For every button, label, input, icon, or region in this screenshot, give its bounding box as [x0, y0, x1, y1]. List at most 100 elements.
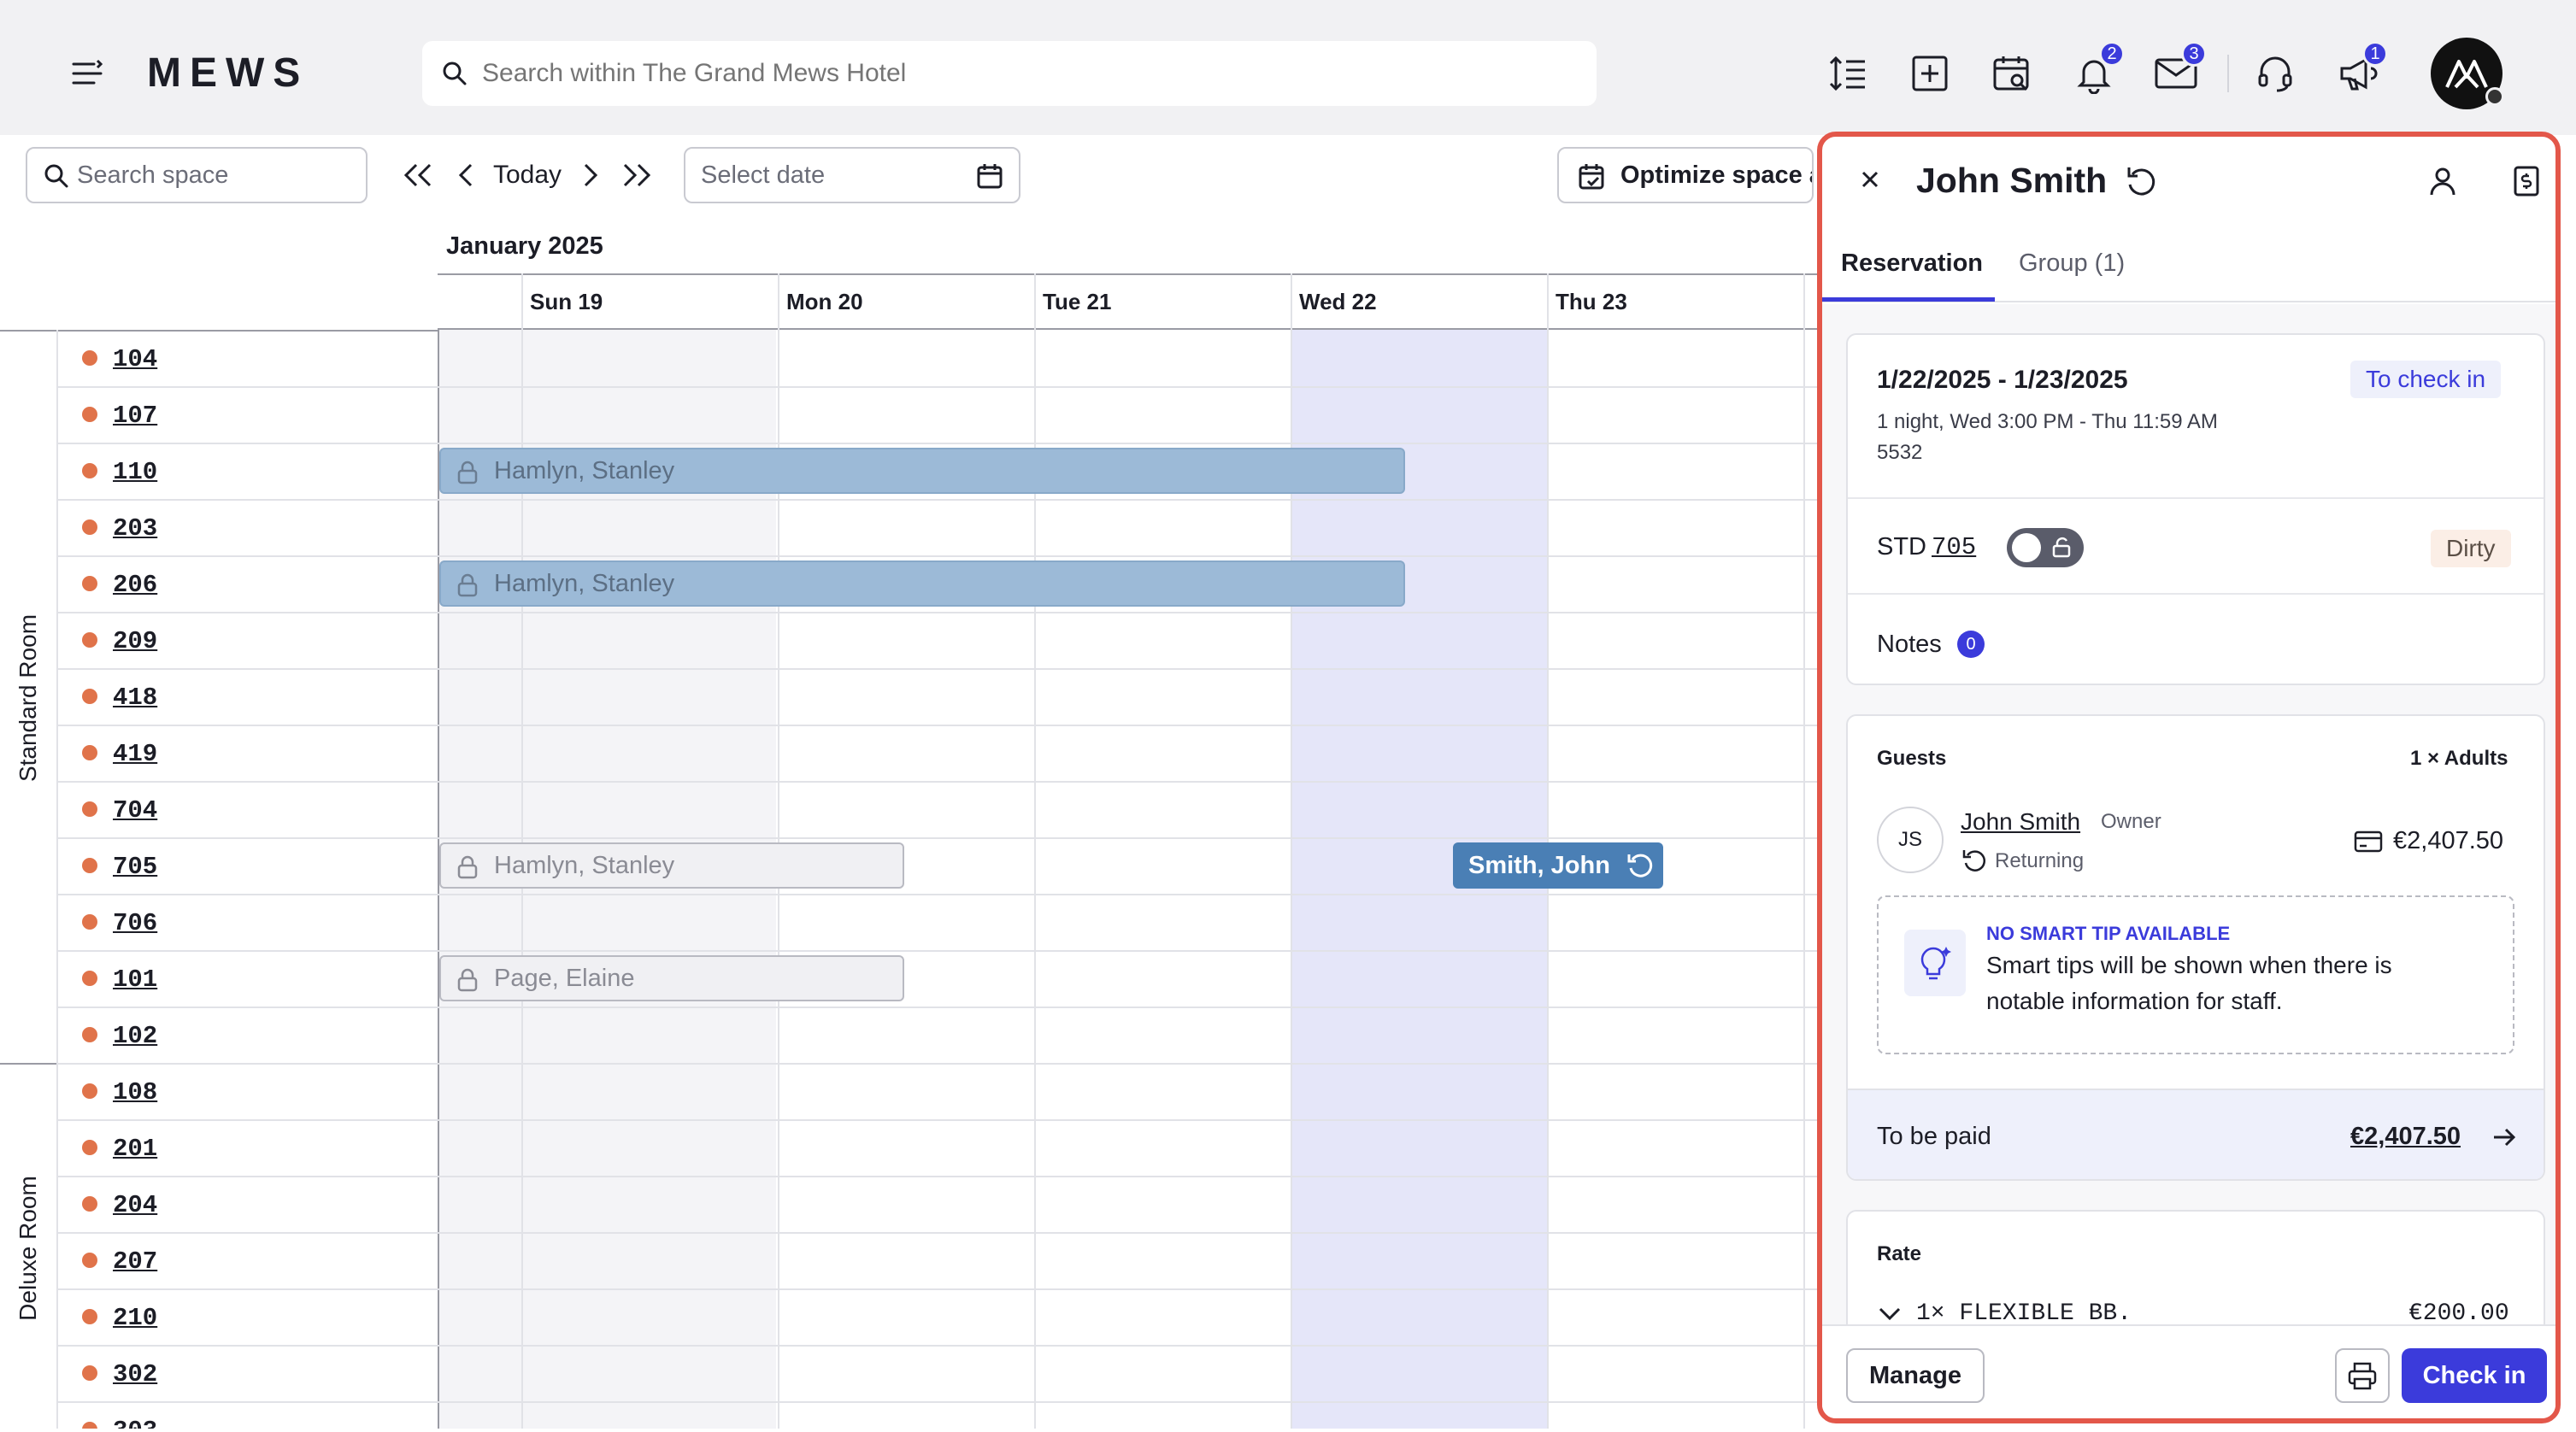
announcement-badge: 1	[2362, 41, 2388, 67]
search-icon	[43, 162, 70, 197]
guest-count: 1 × Adults	[2410, 747, 2508, 770]
search-space-placeholder: Search space	[77, 161, 229, 189]
room-row: 108	[56, 1065, 1820, 1121]
room-number-link[interactable]: 302	[113, 1360, 157, 1388]
room-status-dot	[82, 914, 97, 930]
booking-block[interactable]: Page, Elaine	[439, 955, 904, 1001]
room-number-link[interactable]: 107	[113, 402, 157, 430]
booking-block[interactable]: Hamlyn, Stanley	[439, 448, 1405, 494]
room-number-link[interactable]: 705	[113, 853, 157, 881]
next-week-button[interactable]	[617, 156, 656, 195]
select-date-input[interactable]: Select date	[684, 147, 1020, 203]
user-avatar[interactable]	[2431, 38, 2504, 109]
tab-reservation[interactable]: Reservation	[1841, 249, 1983, 278]
to-be-paid-row[interactable]: To be paid €2,407.50	[1848, 1089, 2544, 1179]
booking-block[interactable]: Hamlyn, Stanley	[439, 560, 1405, 607]
guest-name-title: John Smith	[1916, 161, 2158, 201]
previous-day-button[interactable]	[453, 156, 479, 195]
room-number-link[interactable]: 705	[1932, 533, 1976, 561]
booking-block[interactable]: Hamlyn, Stanley	[439, 842, 904, 889]
add-icon[interactable]	[1906, 50, 1954, 97]
day-label: Tue 21	[1043, 289, 1112, 314]
billing-icon[interactable]	[2509, 164, 2544, 198]
room-number-link[interactable]: 207	[113, 1247, 157, 1276]
calendar-search-icon[interactable]	[1988, 50, 2036, 97]
room-number-link[interactable]: 206	[113, 571, 157, 599]
room-number-link[interactable]: 419	[113, 740, 157, 768]
confirmation-number: 5532	[1877, 441, 1923, 464]
panel-header: John Smith	[1822, 137, 2555, 222]
reservation-panel: John Smith Reservation Group (1) 1/22/20…	[1817, 132, 2561, 1423]
person-icon[interactable]	[2426, 164, 2460, 198]
close-icon[interactable]	[1853, 162, 1887, 197]
room-number-link[interactable]: 209	[113, 627, 157, 655]
mail-icon[interactable]: 3	[2152, 41, 2207, 97]
day-label: Wed 22	[1299, 289, 1377, 314]
room-number-link[interactable]: 303	[113, 1417, 157, 1429]
optimize-space-button[interactable]: Optimize space a	[1557, 147, 1814, 203]
day-label: Thu 23	[1556, 289, 1627, 314]
lightbulb-icon	[1904, 930, 1966, 996]
room-row: 419	[56, 726, 1820, 783]
booking-block-selected[interactable]: Smith, John	[1453, 842, 1663, 889]
guests-card: Guests 1 × Adults JS John Smith Owner Re…	[1846, 714, 2545, 1181]
room-row: 203	[56, 501, 1820, 557]
room-number-link[interactable]: 418	[113, 684, 157, 712]
day-label: Sun 19	[530, 289, 603, 314]
room-status-dot	[82, 350, 97, 366]
room-row: 706	[56, 895, 1820, 952]
room-number-link[interactable]: 204	[113, 1191, 157, 1219]
notes-label[interactable]: Notes	[1877, 631, 1942, 659]
announcement-icon[interactable]: 1	[2333, 41, 2388, 97]
tab-group[interactable]: Group (1)	[2019, 249, 2125, 278]
room-type: STD	[1877, 533, 1926, 560]
smart-tip-line1: Smart tips will be shown when there is	[1986, 952, 2392, 978]
lock-icon	[456, 855, 479, 886]
next-day-button[interactable]	[578, 156, 603, 195]
line-height-icon[interactable]	[1824, 50, 1872, 97]
support-icon[interactable]	[2251, 50, 2299, 97]
global-search[interactable]	[422, 41, 1597, 106]
mail-badge: 3	[2181, 41, 2207, 67]
menu-icon[interactable]	[70, 56, 104, 91]
chevron-down-icon[interactable]	[1877, 1306, 1903, 1323]
print-button[interactable]	[2335, 1348, 2390, 1403]
rate-label: Rate	[1877, 1242, 1922, 1265]
room-status-dot	[82, 407, 97, 422]
rate-item: 1× FLEXIBLE BB.	[1916, 1300, 2132, 1327]
toolbar-divider	[2227, 55, 2229, 92]
optimize-space-label: Optimize space a	[1620, 161, 1814, 189]
room-number-link[interactable]: 203	[113, 514, 157, 543]
room-number-link[interactable]: 210	[113, 1304, 157, 1332]
global-search-input[interactable]	[482, 59, 1597, 88]
today-button[interactable]: Today	[489, 156, 566, 195]
room-number-link[interactable]: 110	[113, 458, 157, 486]
room-number-link[interactable]: 102	[113, 1022, 157, 1050]
housekeeping-status: Dirty	[2431, 530, 2511, 567]
chevron-right-icon	[584, 163, 598, 187]
mews-logo[interactable]: MEWS	[147, 50, 309, 97]
arrow-right-icon	[2494, 1128, 2516, 1147]
room-number-link[interactable]: 704	[113, 796, 157, 825]
room-lock-toggle[interactable]	[2007, 528, 2084, 567]
bell-icon[interactable]: 2	[2070, 41, 2125, 97]
check-in-button[interactable]: Check in	[2402, 1348, 2547, 1403]
search-space-input[interactable]: Search space	[26, 147, 368, 203]
top-bar: MEWS 2 3 1	[0, 0, 2576, 135]
select-date-placeholder: Select date	[701, 161, 826, 189]
manage-button[interactable]: Manage	[1846, 1348, 1985, 1403]
guest-role: Owner	[2101, 810, 2161, 833]
guest-amount: €2,407.50	[2393, 827, 2504, 854]
room-number-link[interactable]: 101	[113, 965, 157, 994]
previous-week-button[interactable]	[398, 156, 438, 195]
guests-label: Guests	[1877, 747, 1947, 770]
room-number-link[interactable]: 201	[113, 1135, 157, 1163]
card-divider	[1848, 497, 2544, 499]
room-number-link[interactable]: 706	[113, 909, 157, 937]
guest-name-link[interactable]: John Smith	[1961, 808, 2080, 836]
to-be-paid-amount[interactable]: €2,407.50	[2350, 1123, 2461, 1151]
room-number-link[interactable]: 104	[113, 345, 157, 373]
room-status-dot	[82, 1027, 97, 1042]
room-number-link[interactable]: 108	[113, 1078, 157, 1106]
room-status-dot	[82, 971, 97, 986]
